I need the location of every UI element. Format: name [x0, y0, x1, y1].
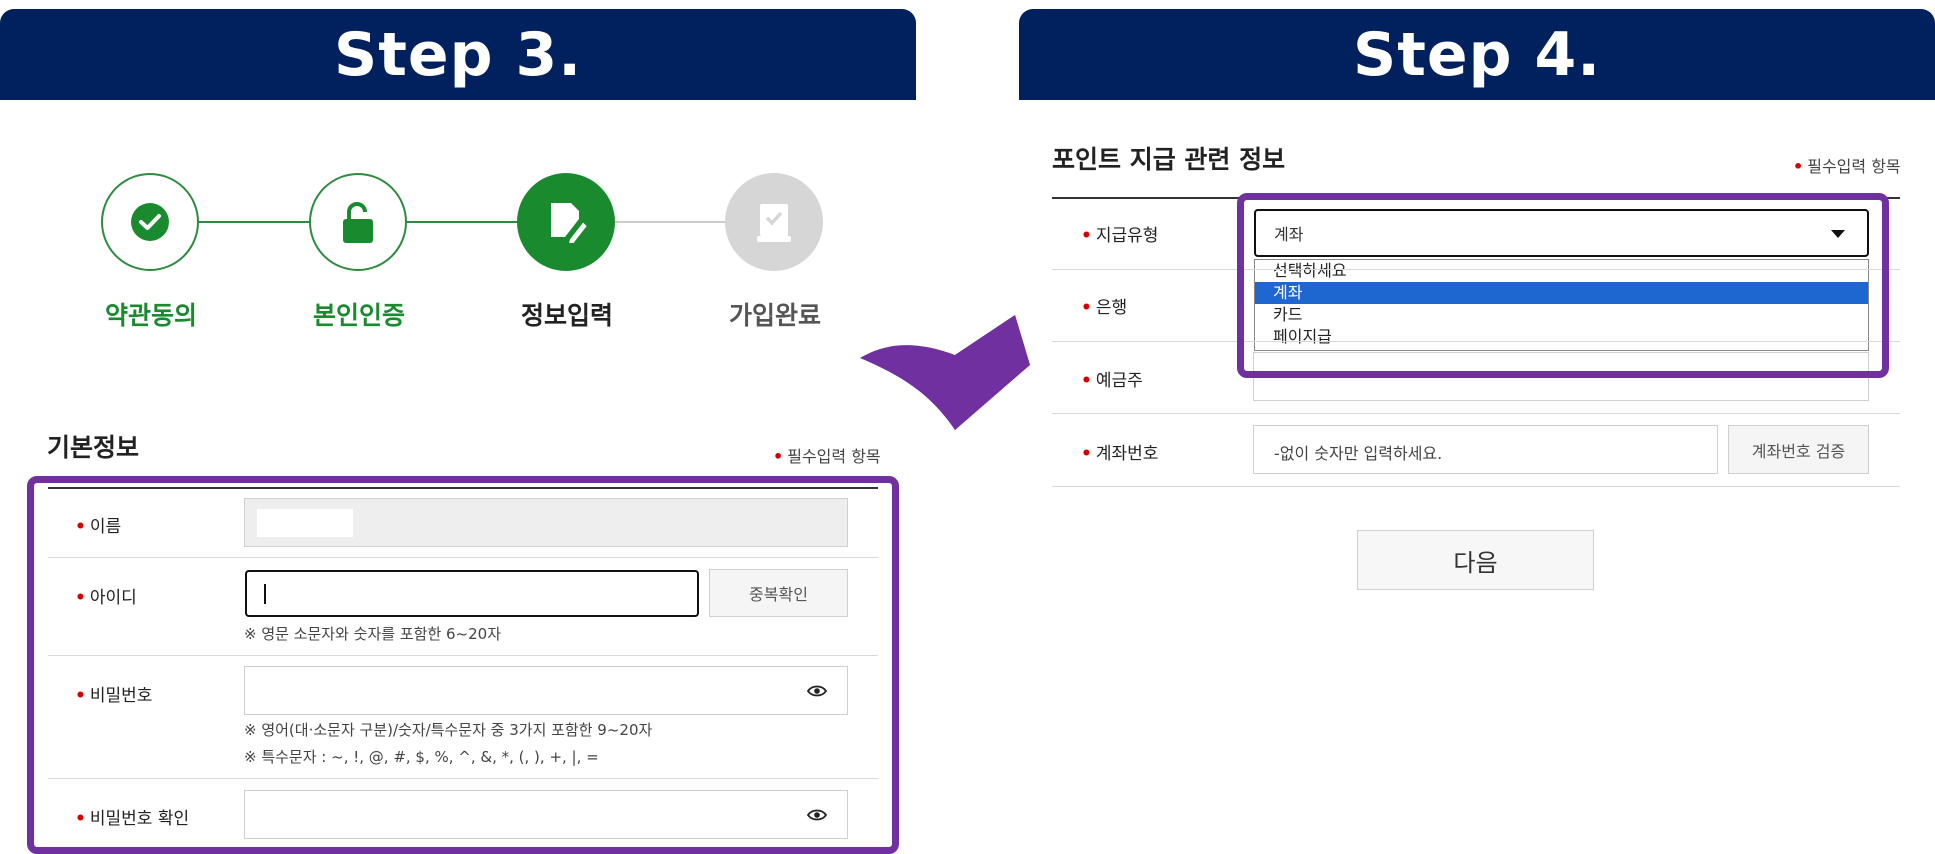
progress-line-3: [615, 221, 727, 223]
step3-form-highlight: [27, 476, 899, 854]
progress-line-2: [407, 221, 519, 223]
bank-label: • 은행: [1081, 298, 1128, 318]
required-note-step4: • 필수입력 항목: [1793, 157, 1901, 176]
document-check-icon: [757, 204, 791, 242]
progress-label-complete: 가입완료: [728, 301, 821, 330]
progress-step-complete: [725, 173, 823, 271]
step3-header: Step 3.: [0, 9, 916, 100]
progress-label-terms: 약관동의: [104, 301, 197, 330]
step4-header: Step 4.: [1019, 9, 1935, 100]
check-icon: [131, 203, 169, 241]
divider: [1052, 413, 1900, 414]
account-number-input[interactable]: -없이 숫자만 입력하세요.: [1253, 425, 1718, 474]
progress-label-info: 정보입력: [520, 301, 613, 330]
holder-label: • 예금주: [1081, 371, 1143, 391]
divider: [1052, 486, 1900, 487]
progress-step-info: [517, 173, 615, 271]
account-verify-button[interactable]: 계좌번호 검증: [1728, 425, 1869, 474]
payment-type-label: • 지급유형: [1081, 226, 1159, 246]
next-button[interactable]: 다음: [1357, 530, 1594, 590]
basic-info-title: 기본정보: [47, 433, 140, 462]
progress-label-verify: 본인인증: [312, 301, 405, 330]
progress-step-terms: [101, 173, 199, 271]
account-placeholder: -없이 숫자만 입력하세요.: [1274, 444, 1443, 463]
progress-step-verify: [309, 173, 407, 271]
step4-select-highlight: [1237, 193, 1889, 378]
progress-line-1: [199, 221, 311, 223]
account-label: • 계좌번호: [1081, 444, 1159, 464]
point-info-title: 포인트 지급 관련 정보: [1052, 145, 1286, 174]
edit-icon: [551, 203, 589, 245]
required-note-step3: • 필수입력 항목: [773, 447, 881, 466]
arrow-right-icon: [860, 315, 1030, 430]
unlock-icon: [343, 202, 373, 243]
